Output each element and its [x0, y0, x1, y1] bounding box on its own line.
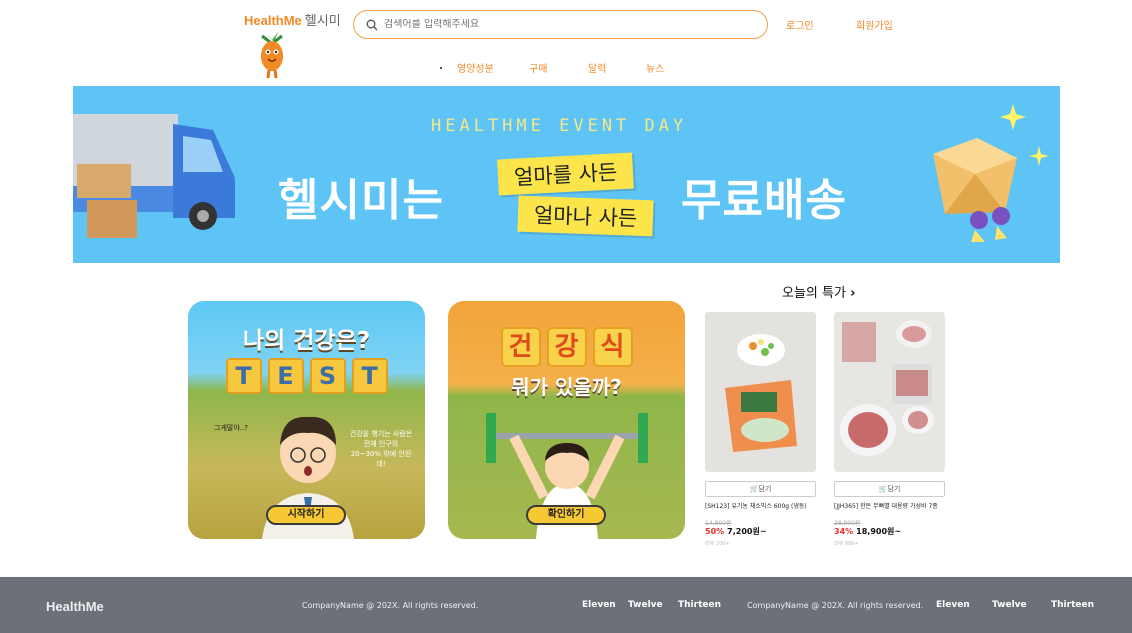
product-name-1[interactable]: [SH123] 유기농 채소믹스 600g (냉동): [705, 503, 820, 511]
footer-copyright: CompanyName @ 202X. All rights reserved.: [302, 601, 479, 610]
login-link[interactable]: 로그인: [786, 17, 814, 32]
food-tiles: 건 강 식: [448, 327, 685, 367]
footer-link-twelve[interactable]: Twelve: [628, 600, 663, 610]
nav-dot: [440, 67, 442, 69]
tile-e: E: [267, 358, 304, 394]
product-price-2: 34% 18,900원~: [834, 526, 901, 537]
chevron-right-icon: ›: [850, 286, 856, 301]
check-button[interactable]: 확인하기: [526, 505, 606, 525]
product-image-1[interactable]: [705, 312, 816, 472]
product-review-2: 리뷰 999+: [834, 541, 859, 547]
health-test-title: 나의 건강은?: [242, 328, 371, 354]
sale-price-1: 7,200원~: [727, 527, 767, 536]
food-subtitle: 뭐가 있을까?: [511, 375, 622, 399]
tile-t2: T: [351, 358, 388, 394]
today-deal-title[interactable]: 오늘의 특가 ›: [782, 282, 855, 301]
product-price-1: 50% 7,200원~: [705, 526, 767, 537]
banner-event-title: HEALTHME EVENT DAY: [431, 116, 688, 136]
footer-copyright-2: CompanyName @ 202X. All rights reserved.: [747, 601, 924, 610]
tile-gang: 강: [546, 327, 587, 367]
footer: HealthMe CompanyName @ 202X. All rights …: [0, 577, 1132, 633]
brand-logo-text[interactable]: HealthMe 헬시미: [244, 10, 341, 29]
test-tiles: T E S T: [188, 358, 425, 394]
cart-label: 담기: [758, 485, 772, 493]
footer-link-eleven[interactable]: Eleven: [582, 600, 616, 610]
start-button[interactable]: 시작하기: [266, 505, 346, 525]
footer-link-thirteen[interactable]: Thirteen: [678, 600, 721, 610]
footer-brand[interactable]: HealthMe: [46, 599, 104, 614]
health-test-card[interactable]: 나의 건강은? T E S T 그게말야..? 건강을 챙기는 사람은 전체 인…: [188, 301, 425, 539]
banner-tag-1: 얼마를 사든: [497, 152, 635, 196]
tile-sik: 식: [592, 327, 633, 367]
product-image-2[interactable]: [834, 312, 945, 472]
search-icon: [366, 19, 378, 30]
product-review-1: 리뷰 200+: [705, 541, 730, 547]
tile-geon: 건: [500, 327, 541, 367]
cart-label: 담기: [887, 485, 901, 493]
nav-item-news[interactable]: 뉴스: [646, 60, 664, 75]
footer-link-twelve-2[interactable]: Twelve: [992, 600, 1027, 610]
add-to-cart-button-1[interactable]: 🛒담기: [705, 481, 816, 497]
delivery-truck-icon: [73, 114, 235, 238]
banner-left-text: 헬시미는: [278, 175, 444, 226]
discount-rate-2: 34%: [834, 527, 854, 536]
vegetable-mix-image: [705, 312, 816, 472]
event-banner[interactable]: HEALTHME EVENT DAY 헬시미는 얼마를 사든 얼마나 사든 무료…: [73, 86, 1060, 263]
today-deal-label: 오늘의 특가: [782, 286, 846, 301]
sale-price-2: 18,900원~: [856, 527, 902, 536]
carrot-mascot-icon: [261, 32, 283, 79]
nav-item-purchase[interactable]: 구매: [529, 60, 547, 75]
pork-set-image: [834, 312, 945, 472]
healthy-food-card[interactable]: 건 강 식 뭐가 있을까? 확인하기: [448, 301, 685, 539]
footer-link-thirteen-2[interactable]: Thirteen: [1051, 600, 1094, 610]
add-to-cart-button-2[interactable]: 🛒담기: [834, 481, 945, 497]
banner-tag-2: 얼마나 사든: [517, 195, 654, 237]
card1-caption-left: 그게말야..?: [214, 424, 248, 432]
brand-name-kor: 헬시미: [304, 13, 341, 28]
page: HealthMe헬시미 로그인 회원가입 영양성분 구매 달력 뉴스: [0, 0, 1132, 633]
discount-rate-1: 50%: [705, 527, 725, 536]
search-input[interactable]: [384, 19, 744, 30]
flying-box-icon: [933, 104, 1049, 242]
card1-caption-right: 건강을 챙기는 사람은 전체 인구의 20~30% 밖에 안된데!: [349, 430, 413, 468]
product-name-2[interactable]: [JJH365] 한돈 무뼈별 대용량 가성비 7종: [834, 503, 949, 511]
nav-item-nutrition[interactable]: 영양성분: [457, 60, 494, 75]
nav-item-calendar[interactable]: 달력: [588, 60, 606, 75]
signup-link[interactable]: 회원가입: [856, 17, 893, 32]
search-bar[interactable]: [353, 10, 768, 39]
tile-s: S: [309, 358, 346, 394]
banner-right-text: 무료배송: [681, 175, 847, 226]
brand-name: HealthMe: [244, 13, 302, 28]
tile-t: T: [225, 358, 262, 394]
footer-link-eleven-2[interactable]: Eleven: [936, 600, 970, 610]
